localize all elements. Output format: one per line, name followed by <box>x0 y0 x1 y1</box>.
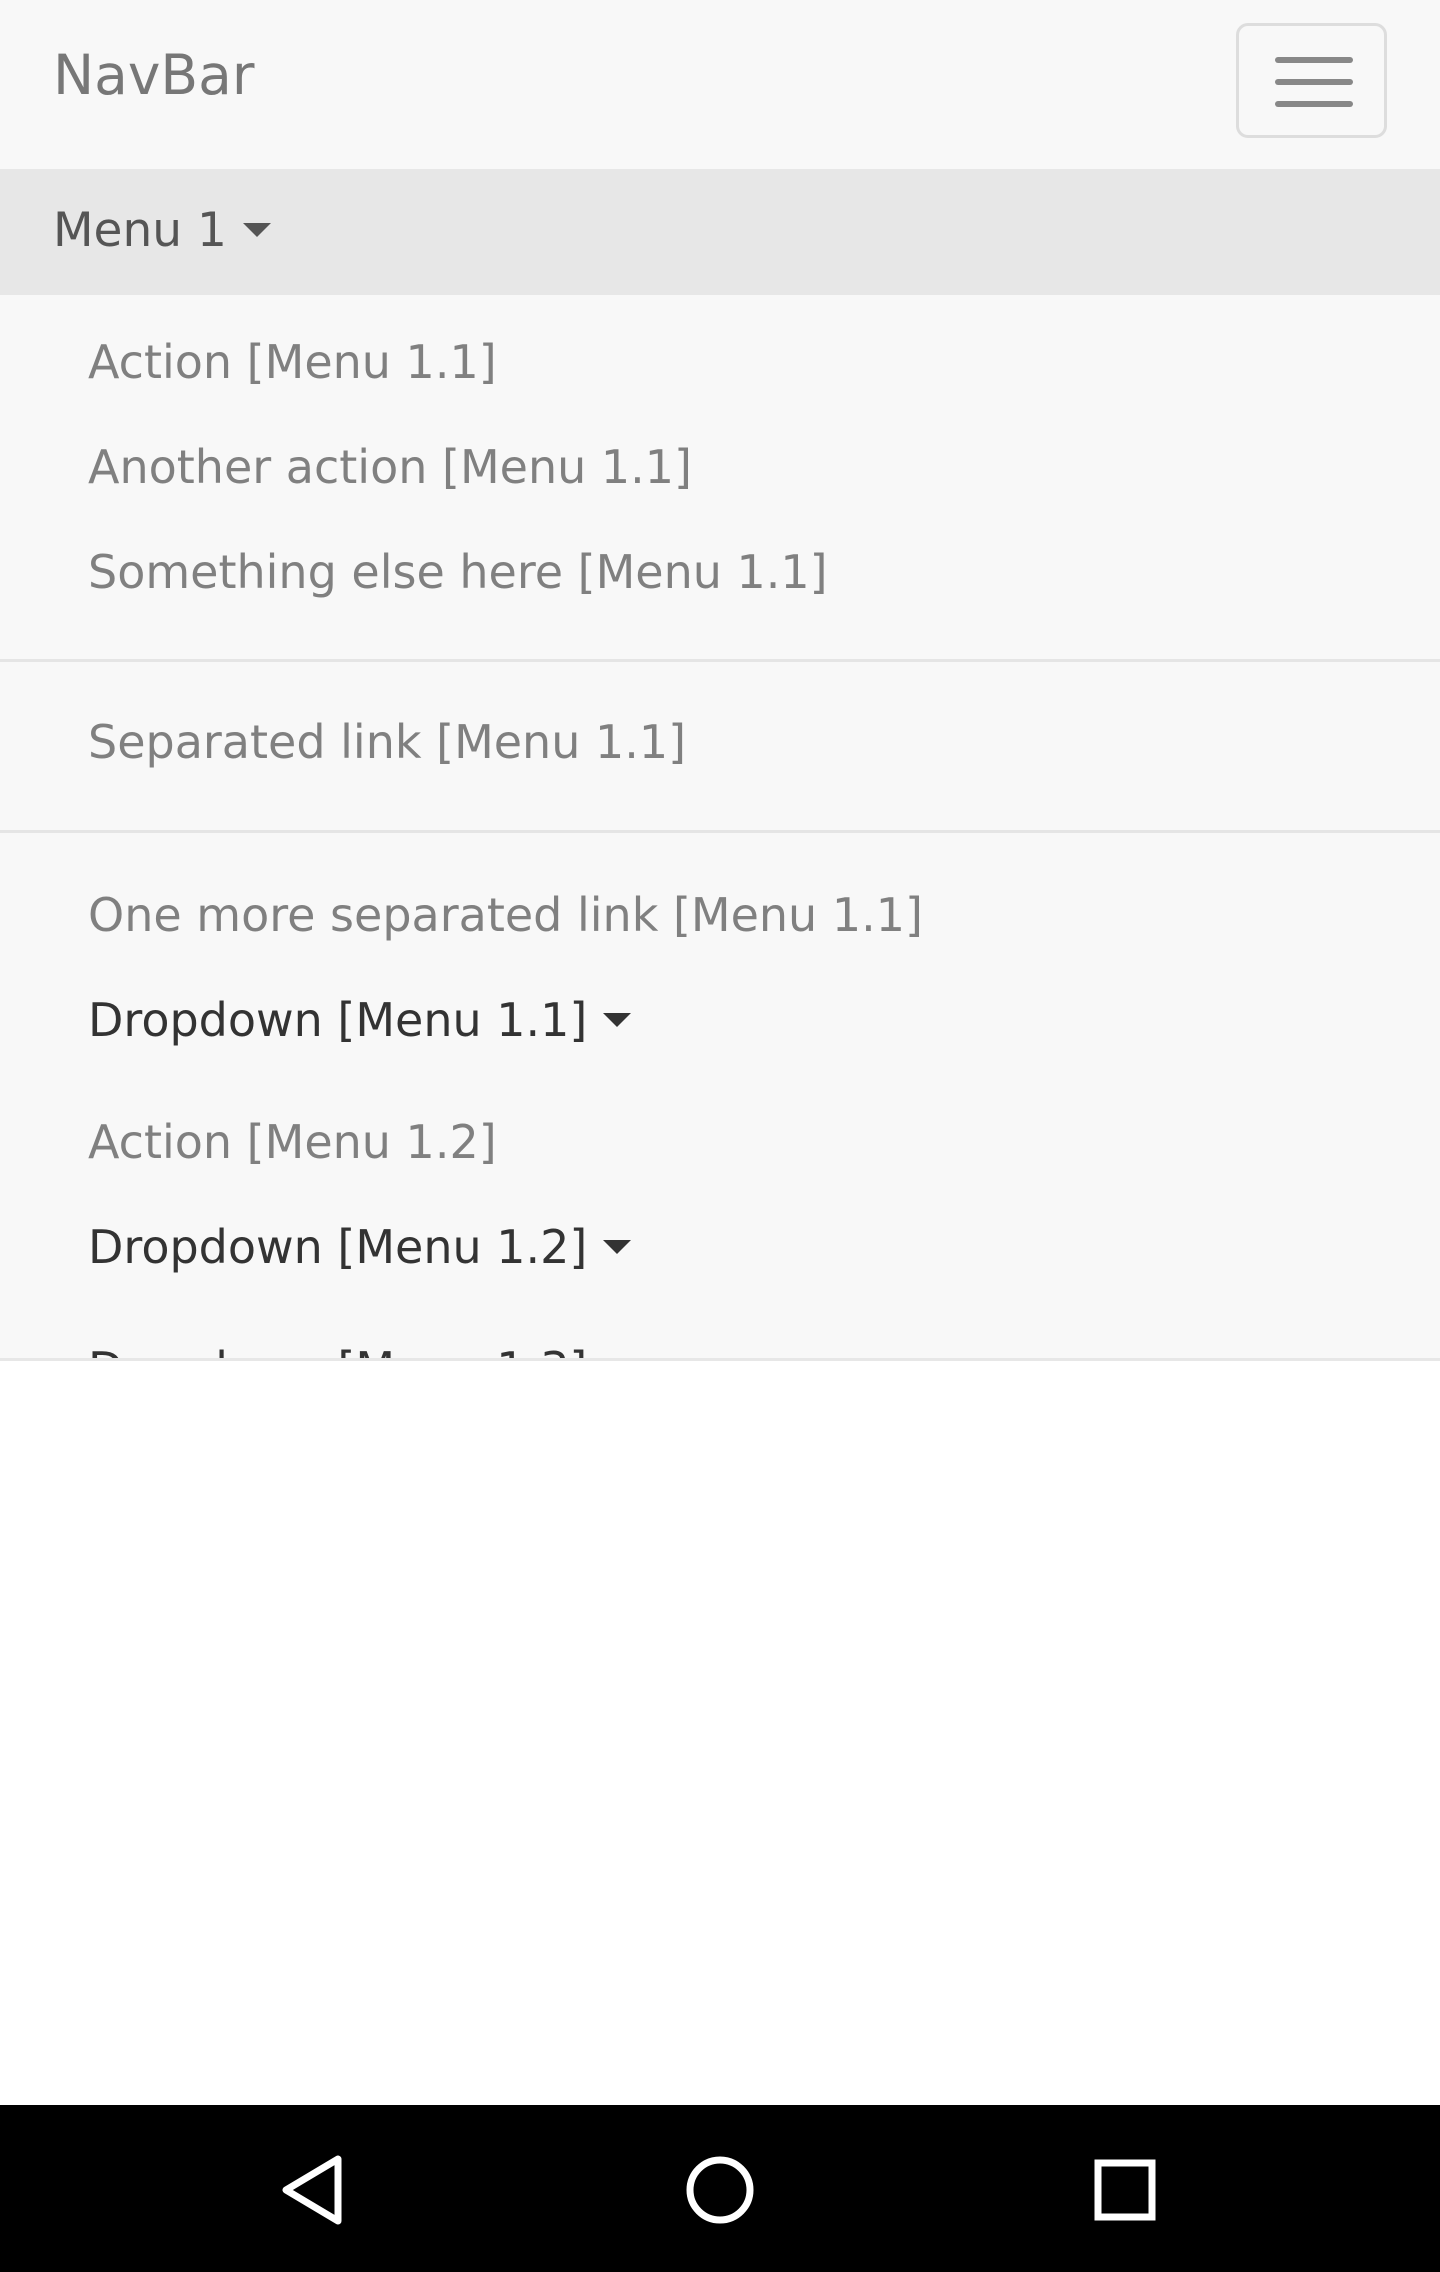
dropdown-1-1-label: Dropdown [Menu 1.1] <box>88 993 588 1047</box>
menu-divider <box>0 830 1440 833</box>
navbar-toggle-button[interactable] <box>1236 23 1387 138</box>
menu-divider <box>0 659 1440 662</box>
menu-item-separated-link-1-1[interactable]: Separated link [Menu 1.1] <box>88 712 686 772</box>
home-circle-icon[interactable] <box>675 2145 765 2235</box>
menu-1-label: Menu 1 <box>53 203 227 258</box>
menu-item-dropdown-1-3[interactable]: Dropdown [Menu 1.3] <box>88 1339 587 1358</box>
screen: NavBar Menu 1 Action [Menu 1.1] Another … <box>0 0 1440 2272</box>
collapsed-menu-panel: Menu 1 Action [Menu 1.1] Another action … <box>0 169 1440 1361</box>
menu-item-action-1-2[interactable]: Action [Menu 1.2] <box>88 1112 497 1172</box>
hamburger-menu-icon <box>1275 79 1353 85</box>
menu-item-one-more-separated-link-1-1[interactable]: One more separated link [Menu 1.1] <box>88 885 923 945</box>
menu-1-toggle[interactable]: Menu 1 <box>0 169 1440 295</box>
caret-down-icon <box>603 1239 632 1254</box>
hamburger-menu-icon <box>1275 57 1353 63</box>
menu-item-action-1-1[interactable]: Action [Menu 1.1] <box>88 332 497 392</box>
menu-1-label-wrap: Menu 1 <box>53 193 271 269</box>
top-navbar: NavBar <box>0 0 1440 169</box>
system-navigation-bar <box>0 2105 1440 2272</box>
caret-down-icon <box>242 222 271 237</box>
hamburger-menu-icon <box>1275 101 1353 107</box>
menu-item-another-action-1-1[interactable]: Another action [Menu 1.1] <box>88 437 692 497</box>
caret-down-icon <box>603 1012 632 1027</box>
recent-apps-square-icon[interactable] <box>1080 2145 1170 2235</box>
back-triangle-icon[interactable] <box>270 2145 360 2235</box>
navbar-brand[interactable]: NavBar <box>53 40 254 110</box>
menu-item-dropdown-1-1[interactable]: Dropdown [Menu 1.1] <box>88 990 632 1050</box>
menu-item-something-else-1-1[interactable]: Something else here [Menu 1.1] <box>88 542 828 602</box>
menu-item-dropdown-1-2[interactable]: Dropdown [Menu 1.2] <box>88 1217 632 1277</box>
dropdown-1-2-label: Dropdown [Menu 1.2] <box>88 1220 588 1274</box>
